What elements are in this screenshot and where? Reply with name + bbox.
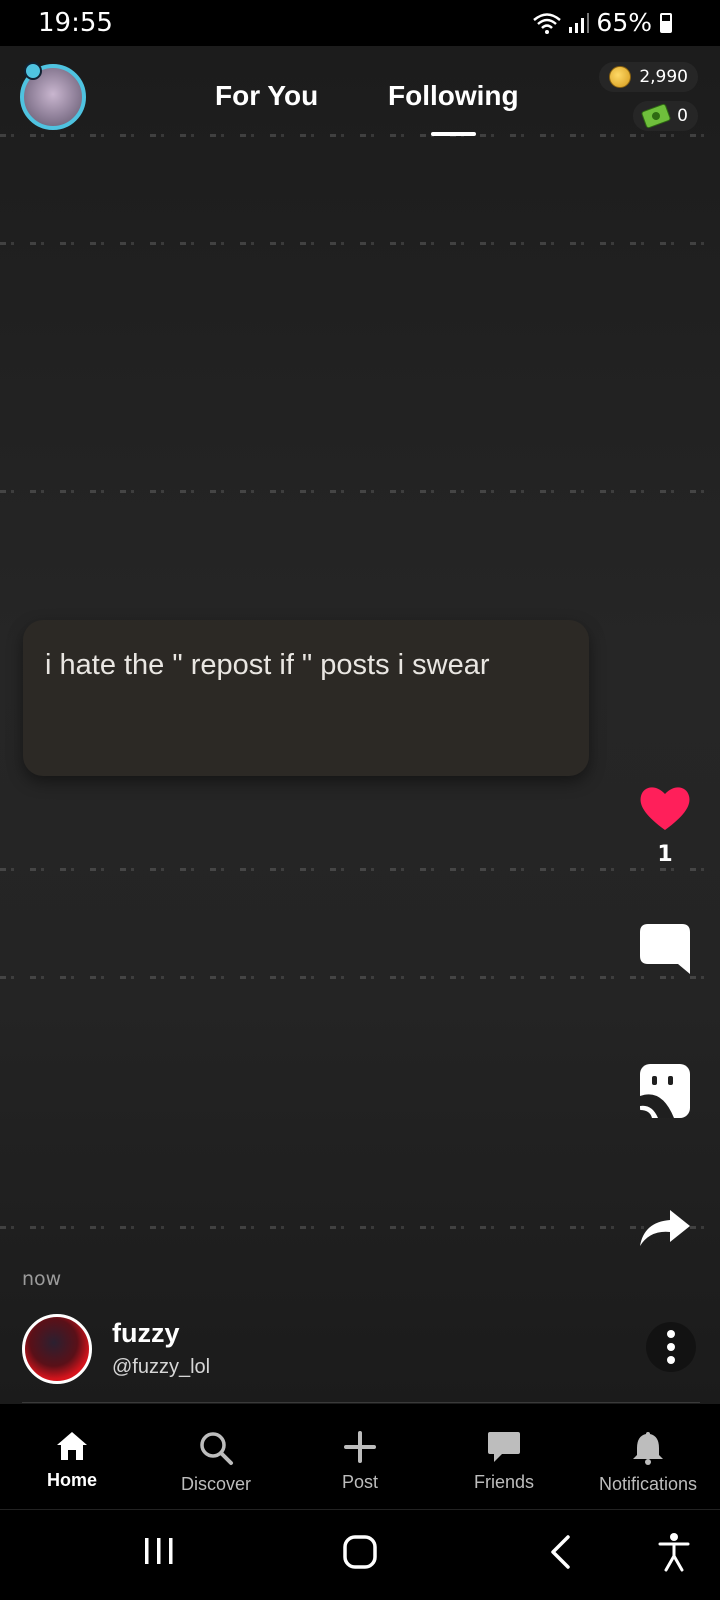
pin-icon [24, 62, 42, 80]
home-system-button[interactable] [342, 1534, 378, 1570]
coins-count: 2,990 [639, 67, 688, 87]
repost-icon [640, 1064, 690, 1118]
background-streak [0, 490, 720, 493]
tab-label: Friends [473, 1472, 535, 1492]
system-navigation-bar [0, 1510, 720, 1600]
tab-following[interactable]: Following [388, 80, 519, 112]
bottom-tab-bar: Home Discover Post Friends Notifications [0, 1404, 720, 1510]
author-row: fuzzy @fuzzy_lol [22, 1314, 700, 1394]
tab-label: Discover [180, 1474, 251, 1494]
comment-icon [640, 924, 690, 974]
cash-count: 0 [677, 106, 688, 126]
repost-button[interactable] [630, 1062, 700, 1120]
back-button[interactable] [548, 1534, 574, 1570]
tab-friends[interactable]: Friends [432, 1404, 576, 1510]
background-streak [0, 976, 720, 979]
more-options-button[interactable] [646, 1322, 696, 1372]
more-dot [667, 1330, 675, 1338]
background-streak [0, 868, 720, 871]
share-button[interactable] [630, 1208, 700, 1248]
tab-post[interactable]: Post [288, 1404, 432, 1510]
author-avatar[interactable] [22, 1314, 92, 1384]
coins-balance[interactable]: 2,990 [599, 62, 698, 92]
recent-apps-button[interactable] [142, 1534, 176, 1568]
tab-notifications[interactable]: Notifications [576, 1404, 720, 1510]
home-icon [57, 1432, 87, 1460]
search-icon [200, 1432, 233, 1465]
cash-balance[interactable]: 0 [633, 101, 698, 131]
profile-avatar[interactable] [20, 62, 86, 130]
author-handle[interactable]: @fuzzy_lol [112, 1356, 210, 1379]
share-icon [640, 1210, 690, 1246]
status-bar: 19:55 65% [0, 0, 720, 46]
like-button[interactable]: 1 [630, 784, 700, 867]
like-count: 1 [657, 842, 673, 867]
more-dot [667, 1356, 675, 1364]
bell-icon [633, 1432, 663, 1465]
more-dot [667, 1343, 675, 1351]
battery-percent: 65% [596, 8, 652, 37]
plus-icon [344, 1431, 376, 1463]
tab-label: Notifications [598, 1474, 698, 1494]
status-indicators: 65% [532, 8, 672, 37]
divider [22, 1402, 700, 1403]
tab-discover[interactable]: Discover [144, 1404, 288, 1510]
cash-icon [640, 103, 672, 129]
heart-icon [640, 787, 690, 830]
wifi-icon [533, 12, 562, 34]
post-text-bubble: i hate the " repost if " posts i swear [23, 620, 589, 776]
feed[interactable]: For You Following 2,990 0 i hate the " r… [0, 46, 720, 1404]
post-text: i hate the " repost if " posts i swear [45, 649, 490, 681]
battery-icon [660, 12, 672, 33]
tab-label: Post [341, 1472, 379, 1492]
chat-icon [488, 1432, 520, 1462]
status-clock: 19:55 [38, 8, 113, 38]
post-timestamp: now [22, 1268, 62, 1290]
tab-for-you[interactable]: For You [215, 80, 318, 112]
tab-home[interactable]: Home [0, 1404, 144, 1510]
author-name[interactable]: fuzzy [112, 1318, 180, 1349]
top-nav: For You Following 2,990 0 [0, 46, 720, 156]
coin-icon [609, 66, 632, 88]
tab-label: Home [46, 1470, 97, 1490]
background-streak [0, 1226, 720, 1229]
active-tab-indicator [431, 132, 476, 136]
comment-button[interactable] [630, 922, 700, 976]
background-streak [0, 242, 720, 245]
accessibility-icon[interactable] [656, 1532, 692, 1572]
signal-icon [569, 12, 590, 33]
